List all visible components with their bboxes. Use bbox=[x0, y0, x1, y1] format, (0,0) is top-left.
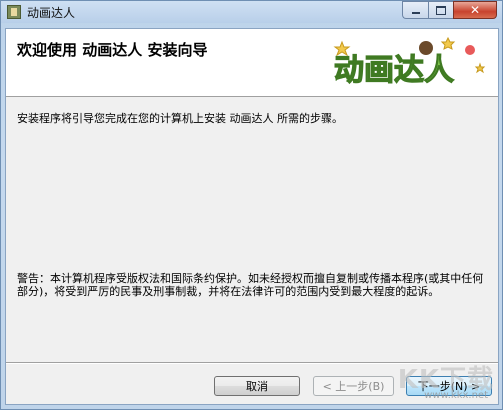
app-icon bbox=[7, 5, 21, 19]
button-divider bbox=[6, 362, 498, 364]
title-bar[interactable]: 动画达人 ✕ bbox=[1, 1, 502, 23]
cancel-button[interactable]: 取消 bbox=[214, 376, 300, 396]
next-button[interactable]: 下一步(N) > bbox=[406, 376, 492, 396]
close-button[interactable]: ✕ bbox=[453, 1, 497, 19]
caption-buttons: ✕ bbox=[402, 1, 497, 20]
window-title: 动画达人 bbox=[27, 6, 76, 20]
installer-window: 动画达人 ✕ 欢迎使用 动画达人 安装向导 动画达人 安装程序将引导您完成在您的… bbox=[0, 0, 503, 410]
wizard-banner: 欢迎使用 动画达人 安装向导 动画达人 bbox=[6, 29, 498, 97]
back-button[interactable]: < 上一步(B) bbox=[313, 376, 394, 396]
maximize-button[interactable] bbox=[428, 1, 453, 19]
logo-text: 动画达人 bbox=[334, 53, 454, 88]
close-icon: ✕ bbox=[469, 3, 481, 17]
banner-title: 欢迎使用 动画达人 安装向导 bbox=[17, 41, 208, 59]
intro-text: 安装程序将引导您完成在您的计算机上安装 动画达人 所需的步骤。 bbox=[17, 112, 343, 125]
minimize-button[interactable] bbox=[402, 1, 428, 19]
app-logo: 动画达人 bbox=[333, 36, 486, 89]
copyright-warning: 警告：本计算机程序受版权法和国际条约保护。如未经授权而擅自复制或传播本程序(或其… bbox=[17, 272, 484, 298]
wizard-content: 欢迎使用 动画达人 安装向导 动画达人 安装程序将引导您完成在您的计算机上安装 … bbox=[5, 28, 499, 405]
minimize-icon bbox=[411, 12, 420, 14]
maximize-icon bbox=[436, 5, 446, 15]
